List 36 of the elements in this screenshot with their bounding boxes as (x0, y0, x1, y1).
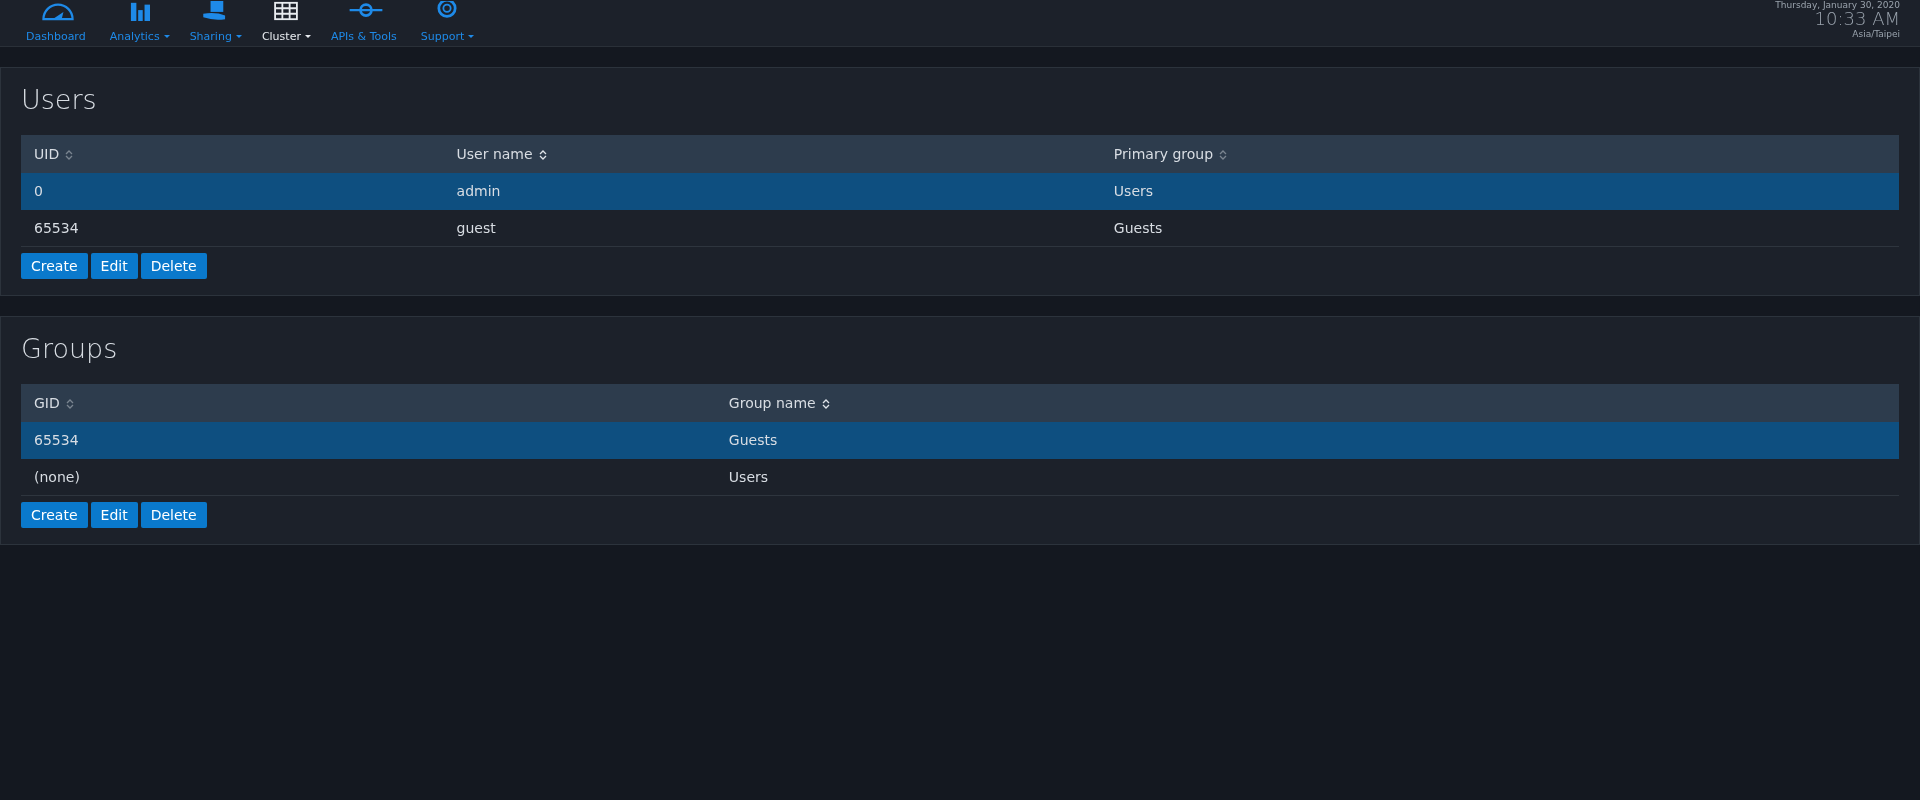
nav-item[interactable]: Sharing (189, 0, 242, 46)
table-row[interactable]: 65534 guest Guests (21, 209, 1899, 247)
action-button[interactable]: Delete (140, 253, 207, 279)
action-button[interactable]: Edit (90, 502, 138, 528)
table-cell: 65534 (21, 209, 444, 247)
table-cell: Users (715, 458, 1899, 496)
action-button[interactable]: Edit (90, 253, 138, 279)
table-cell: 0 (21, 173, 444, 210)
date-text: Thursday, January 30, 2020 (1775, 1, 1900, 10)
table-row[interactable]: 65534 Guests (21, 422, 1899, 459)
table-cell: Users (1100, 173, 1899, 210)
table-cell: (none) (21, 458, 716, 496)
nav-item[interactable]: Dashboard (26, 0, 90, 46)
panel-title: Groups (21, 332, 119, 366)
panel-title: Users (21, 83, 98, 117)
timezone-text: Asia/Taipei (1851, 30, 1900, 39)
column-header[interactable]: Group name (715, 384, 1899, 422)
time-text: 10:33 AM (1814, 10, 1900, 28)
action-button[interactable]: Create (21, 502, 88, 528)
table-cell: admin (443, 173, 1101, 210)
table-row[interactable]: 0 admin Users (21, 173, 1899, 210)
nav-item[interactable]: Support (420, 0, 475, 46)
column-header[interactable]: UID (21, 135, 444, 173)
nav-item[interactable]: Cluster (261, 0, 311, 46)
column-header[interactable]: User name (443, 135, 1101, 173)
table-cell: guest (443, 209, 1101, 247)
nav-item[interactable]: APIs & Tools (330, 0, 401, 46)
table-cell: Guests (1100, 209, 1899, 247)
action-button[interactable]: Delete (140, 502, 207, 528)
column-header[interactable]: Primary group (1100, 135, 1899, 173)
nav-item[interactable]: Analytics (109, 0, 170, 46)
table-cell: Guests (715, 422, 1899, 459)
column-header[interactable]: GID (21, 384, 716, 422)
action-button[interactable]: Create (21, 253, 88, 279)
table-cell: 65534 (21, 422, 716, 459)
table-row[interactable]: (none) Users (21, 458, 1899, 496)
